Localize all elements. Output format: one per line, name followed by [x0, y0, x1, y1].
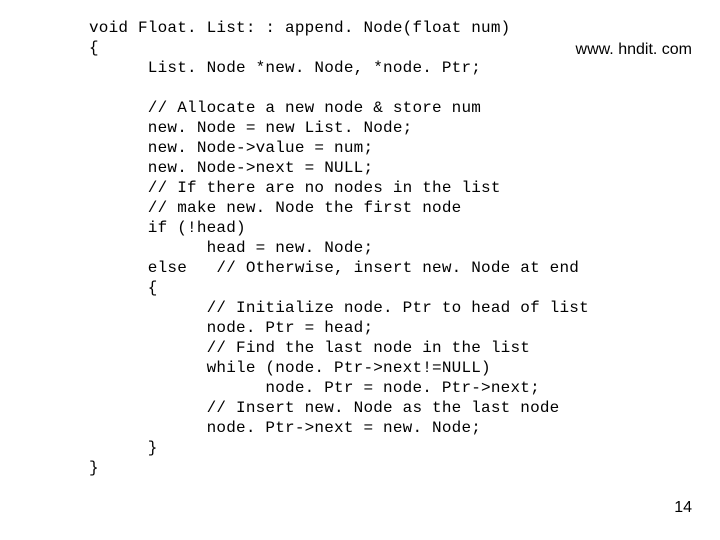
code-line: node. Ptr = head; [89, 319, 373, 337]
code-line: new. Node = new List. Node; [89, 119, 412, 137]
code-line: else // Otherwise, insert new. Node at e… [89, 259, 579, 277]
watermark-text: www. hndit. com [576, 40, 692, 60]
code-line: // Initialize node. Ptr to head of list [89, 299, 589, 317]
code-line: if (!head) [89, 219, 246, 237]
code-line: new. Node->value = num; [89, 139, 373, 157]
code-line: } [89, 459, 99, 477]
code-line: // If there are no nodes in the list [89, 179, 501, 197]
code-line: // make new. Node the first node [89, 199, 461, 217]
code-line: node. Ptr = node. Ptr->next; [89, 379, 540, 397]
page-number: 14 [674, 498, 692, 518]
code-line: } [89, 439, 158, 457]
code-line: { [89, 39, 99, 57]
code-line: // Allocate a new node & store num [89, 99, 481, 117]
code-line: // Insert new. Node as the last node [89, 399, 559, 417]
code-line: List. Node *new. Node, *node. Ptr; [89, 59, 481, 77]
code-line: new. Node->next = NULL; [89, 159, 373, 177]
slide: www. hndit. com void Float. List: : appe… [0, 0, 720, 540]
code-line: node. Ptr->next = new. Node; [89, 419, 481, 437]
code-line: // Find the last node in the list [89, 339, 530, 357]
code-line: { [89, 279, 158, 297]
code-line: void Float. List: : append. Node(float n… [89, 19, 510, 37]
code-line: head = new. Node; [89, 239, 373, 257]
code-block: void Float. List: : append. Node(float n… [89, 18, 696, 478]
code-line: while (node. Ptr->next!=NULL) [89, 359, 491, 377]
